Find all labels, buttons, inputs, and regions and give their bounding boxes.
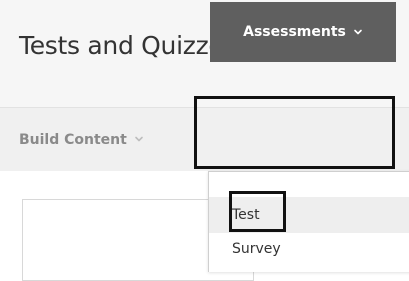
build-content-label: Build Content [19,131,127,148]
build-content-button[interactable]: Build Content [19,108,144,171]
menu-item-label: Survey [232,241,281,257]
assessments-label: Assessments [243,24,346,40]
chevron-down-icon [134,132,144,148]
chevron-down-icon [353,27,363,37]
test-highlight-box [229,191,286,232]
page-title-text: Tests and Quizzes [19,31,237,60]
assessments-button[interactable]: Assessments [210,2,396,62]
assessments-highlight-box [194,96,395,169]
menu-item-survey[interactable]: Survey [209,234,409,264]
